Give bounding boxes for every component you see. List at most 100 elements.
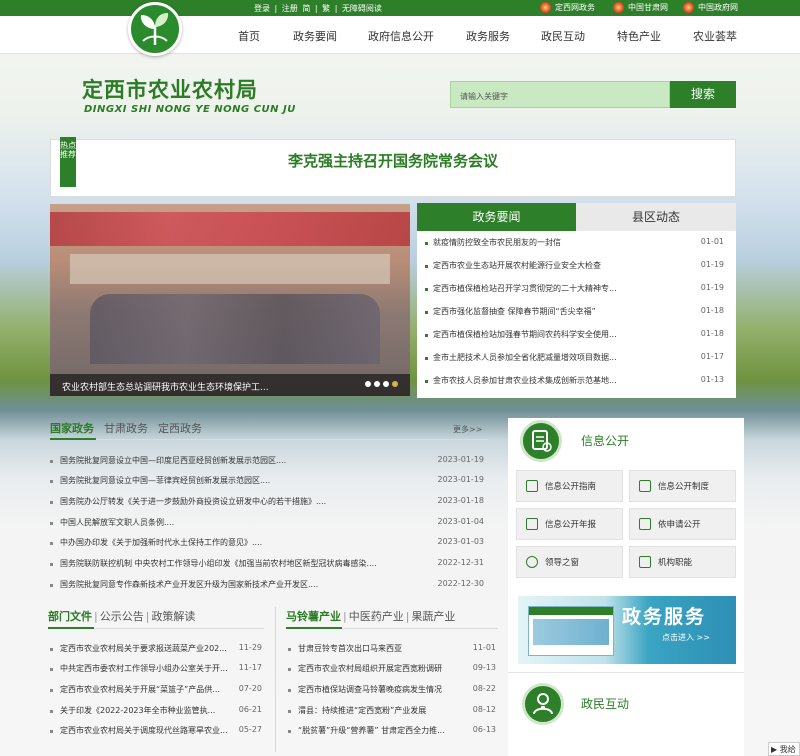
- screenshot-image: [533, 619, 609, 645]
- gov-link-gansu[interactable]: 中国甘肃网: [613, 2, 668, 13]
- news-item[interactable]: 就疫情防控致全市农民朋友的一封信 01-01: [417, 237, 736, 253]
- nav-agri[interactable]: 农业荟萃: [693, 28, 737, 44]
- traditional-link[interactable]: 繁: [322, 4, 330, 13]
- nav-industry[interactable]: 特色产业: [617, 28, 661, 44]
- info-annual-button[interactable]: 信息公开年报: [516, 508, 623, 540]
- national-emblem-icon: [540, 2, 551, 13]
- slide-photo-wall: [70, 254, 390, 284]
- info-apply-button[interactable]: 依申请公开: [629, 508, 736, 540]
- dept-item[interactable]: 关于印发《2022-2023年全市种业监管执... 06-21: [50, 705, 264, 725]
- slide-dot[interactable]: [383, 381, 389, 387]
- register-link[interactable]: 注册: [282, 4, 298, 13]
- screenshot-header: [529, 607, 613, 615]
- dept-title: 中共定西市委农村工作领导小组办公室关于开...: [60, 664, 228, 673]
- service-title: 政务服务: [622, 606, 707, 628]
- news-item[interactable]: 定西市农业生态站开展农村能源行业安全大检查 01-19: [417, 260, 736, 276]
- user-heart-icon: [533, 693, 553, 715]
- divider: |: [343, 610, 347, 623]
- dept-item[interactable]: 定西市农业农村局关于要求报送蔬菜产业202... 11-29: [50, 643, 264, 663]
- news-item[interactable]: 金市土肥技术人员参加全省化肥减量增效项目数据... 01-17: [417, 352, 736, 368]
- tab-policy-read[interactable]: 政策解读: [151, 610, 195, 623]
- tab-dingxi[interactable]: 定西政务: [158, 422, 202, 435]
- policy-item[interactable]: 中办国办印发《关于加强新时代水土保持工作的意见》.... 2023-01-03: [50, 537, 486, 557]
- dept-title: 定西市农业农村局关于调度现代丝路寒旱农业...: [60, 726, 228, 735]
- industry-item[interactable]: 定西市植保站调查马铃薯晚疫病发生情况 08-22: [288, 684, 498, 704]
- policy-title: 中办国办印发《关于加强新时代水土保持工作的意见》....: [60, 538, 263, 547]
- dept-date: 06-21: [238, 705, 262, 714]
- news-item[interactable]: 定西市植保植检站召开学习贯彻党的二十大精神专... 01-19: [417, 283, 736, 299]
- news-item[interactable]: 金市农技人员参加甘肃农业技术集成创新示范基地... 01-13: [417, 375, 736, 391]
- nav-info-open[interactable]: 政府信息公开: [368, 28, 434, 44]
- simplified-link[interactable]: 简: [302, 4, 310, 13]
- tab-county-news[interactable]: 县区动态: [576, 203, 736, 231]
- tab-dept-files[interactable]: 部门文件: [48, 610, 92, 623]
- service-enter-link[interactable]: 点击进入 >>: [662, 632, 710, 643]
- tab-national[interactable]: 国家政务: [50, 422, 94, 435]
- photo-slider[interactable]: 农业农村部生态总站调研我市农业生态环境保护工...: [50, 204, 410, 396]
- dept-item[interactable]: 定西市农业农村局关于调度现代丝路寒旱农业... 05-27: [50, 725, 264, 745]
- search-input[interactable]: 请输入关键字: [450, 81, 670, 108]
- news-title: 定西市植保植检站召开学习贯彻党的二十大精神专...: [433, 284, 617, 293]
- leaders-button[interactable]: 领导之窗: [516, 546, 623, 578]
- info-rules-button[interactable]: 信息公开制度: [629, 470, 736, 502]
- headline-title[interactable]: 李克强主持召开国务院常务会议: [50, 150, 736, 171]
- policy-item[interactable]: 国务院批复同意设立中国—菲律宾经贸创新发展示范园区.... 2023-01-19: [50, 475, 486, 495]
- dept-item[interactable]: 中共定西市委农村工作领导小组办公室关于开... 11-17: [50, 663, 264, 683]
- nav-service[interactable]: 政务服务: [466, 28, 510, 44]
- policy-item[interactable]: 国务院批复同意专作森新技术产业开发区升级为国家新技术产业开发区.... 2022-…: [50, 579, 486, 599]
- slide-dot[interactable]: [365, 381, 371, 387]
- feedback-button[interactable]: ▶ 我给: [768, 742, 800, 756]
- tab-notices[interactable]: 公示公告: [100, 610, 144, 623]
- rules-icon: [639, 480, 651, 492]
- policy-title: 国务院批复同意专作森新技术产业开发区升级为国家新技术产业开发区....: [60, 580, 319, 589]
- news-item[interactable]: 定西市植保植检站加强春节期间农药科学安全使用... 01-18: [417, 329, 736, 345]
- dept-date: 11-29: [238, 643, 262, 652]
- search-button[interactable]: 搜索: [670, 81, 736, 108]
- slide-caption[interactable]: 农业农村部生态总站调研我市农业生态环境保护工...: [50, 374, 410, 396]
- slide-dot-active[interactable]: [392, 381, 398, 387]
- news-item[interactable]: 定西市强化监督抽查 保障春节期间“舌尖幸福” 01-18: [417, 306, 736, 322]
- slide-photo-people: [90, 294, 380, 364]
- gov-link-dingxi[interactable]: 定西网政务: [540, 2, 595, 13]
- column-divider: [275, 607, 276, 752]
- login-link[interactable]: 登录: [254, 4, 270, 13]
- policy-item[interactable]: 国务院批复同意设立中国—印度尼西亚经贸创新发展示范园区.... 2023-01-1…: [50, 455, 486, 475]
- info-guide-button[interactable]: 信息公开指南: [516, 470, 623, 502]
- slide-dot[interactable]: [374, 381, 380, 387]
- news-title: 定西市农业生态站开展农村能源行业安全大检查: [433, 261, 601, 270]
- tab-medicine[interactable]: 中医药产业: [349, 610, 404, 623]
- industry-item[interactable]: 渭县：持续推进“定西宽粉”产业发展 08-12: [288, 705, 498, 725]
- dept-item[interactable]: 定西市农业农村局关于开展“菜篮子”产品供... 07-20: [50, 684, 264, 704]
- more-link[interactable]: 更多>>: [453, 424, 482, 435]
- gov-link-label: 中国甘肃网: [628, 3, 668, 12]
- tab-gov-news[interactable]: 政务要闻: [417, 203, 576, 231]
- site-logo[interactable]: [128, 2, 182, 56]
- accessibility-link[interactable]: 无障碍阅读: [342, 4, 382, 13]
- tab-fruit-veg[interactable]: 果蔬产业: [411, 610, 455, 623]
- industry-date: 09-13: [472, 663, 496, 672]
- nav-home[interactable]: 首页: [238, 28, 260, 44]
- industry-item[interactable]: “脱贫薯”升级“营养薯” 甘肃定西全力推... 06-13: [288, 725, 498, 745]
- industry-item[interactable]: 定西市农业农村局组织开展定西宽粉调研 09-13: [288, 663, 498, 683]
- nav-interact[interactable]: 政民互动: [541, 28, 585, 44]
- button-label: 信息公开年报: [545, 520, 597, 530]
- industry-date: 08-22: [472, 684, 496, 693]
- org-functions-button[interactable]: 机构职能: [629, 546, 736, 578]
- nav-news[interactable]: 政务要闻: [293, 28, 337, 44]
- policy-item[interactable]: 国务院办公厅转发《关于进一步鼓励外商投资设立研发中心的若干措施》.... 2023…: [50, 496, 486, 516]
- divider: |: [314, 4, 318, 13]
- gov-link-china[interactable]: 中国政府网: [683, 2, 738, 13]
- industry-title: 定西市农业农村局组织开展定西宽粉调研: [298, 664, 442, 673]
- policy-item[interactable]: 中国人民解放军文职人员条例.... 2023-01-04: [50, 517, 486, 537]
- industry-title: 甘肃豆铃专首次出口马来西亚: [298, 644, 402, 653]
- industry-item[interactable]: 甘肃豆铃专首次出口马来西亚 11-01: [288, 643, 498, 663]
- site-subtitle: DINGXI SHI NONG YE NONG CUN JU: [84, 104, 296, 115]
- info-open-icon-wrap: [520, 420, 562, 462]
- tab-gansu[interactable]: 甘肃政务: [104, 422, 148, 435]
- tab-potato[interactable]: 马铃薯产业: [286, 610, 341, 623]
- policy-date: 2023-01-04: [437, 517, 485, 526]
- policy-item[interactable]: 国务院联防联控机制 中央农村工作领导小组印发《加强当前农村地区新型冠状病毒感染.…: [50, 558, 486, 578]
- main-nav: 首页 政务要闻 政府信息公开 政务服务 政民互动 特色产业 农业荟萃: [0, 16, 800, 54]
- policy-tabs: 国家政务 甘肃政务 定西政务: [50, 420, 212, 436]
- policy-title: 国务院联防联控机制 中央农村工作领导小组印发《加强当前农村地区新型冠状病毒感染.…: [60, 559, 377, 568]
